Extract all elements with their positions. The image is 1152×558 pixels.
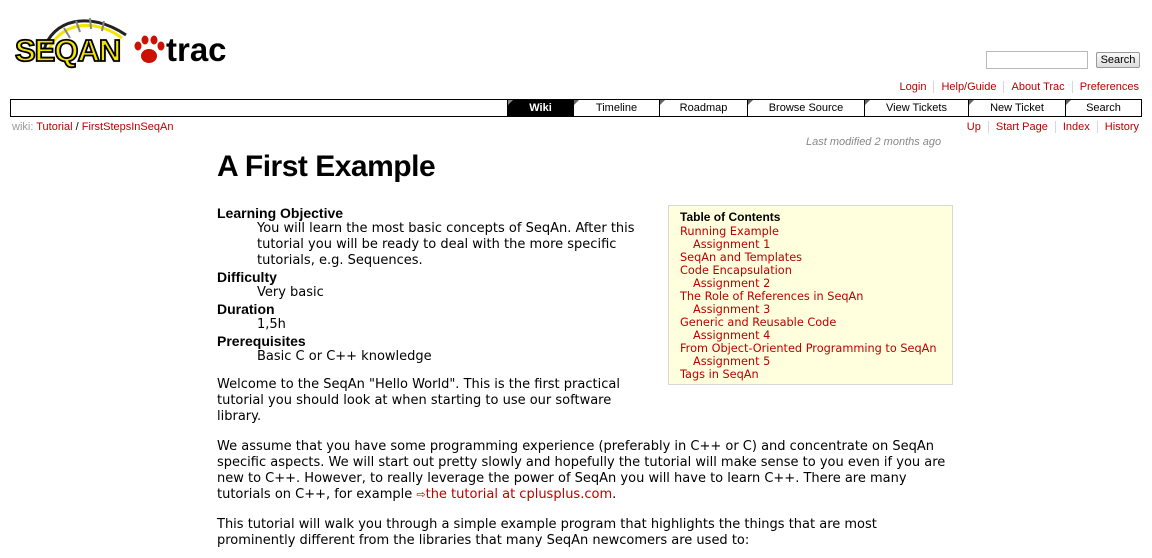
- def-desc: You will learn the most basic concepts o…: [257, 221, 635, 268]
- svg-text:SEQAN: SEQAN: [15, 33, 120, 68]
- breadcrumb-prefix: wiki:: [12, 121, 34, 133]
- preferences-link[interactable]: Preferences: [1071, 81, 1139, 93]
- nav-tab-label: Roadmap: [679, 102, 728, 114]
- table-of-contents: Table of Contents Running Example Assign…: [668, 205, 953, 385]
- nav-tab-roadmap[interactable]: Roadmap: [659, 100, 747, 116]
- page-title: A First Example: [217, 150, 436, 183]
- nav-tab-label: Search: [1086, 102, 1121, 114]
- toc-item[interactable]: SeqAn and Templates: [680, 251, 941, 264]
- toc-item[interactable]: Assignment 4: [680, 329, 941, 342]
- context-nav: Up Start Page Index History: [960, 121, 1139, 133]
- nav-tab-view-tickets[interactable]: View Tickets: [864, 100, 968, 116]
- toc-item[interactable]: Assignment 1: [680, 238, 941, 251]
- toc-item[interactable]: Assignment 3: [680, 303, 941, 316]
- assume-paragraph: We assume that you have some programming…: [217, 439, 957, 503]
- up-link[interactable]: Up: [960, 121, 988, 133]
- help-guide-link[interactable]: Help/Guide: [933, 81, 1003, 93]
- breadcrumb: wiki: Tutorial / FirstStepsInSeqAn: [12, 121, 173, 133]
- about-trac-link[interactable]: About Trac: [1003, 81, 1071, 93]
- nav-tab-new-ticket[interactable]: New Ticket: [968, 100, 1065, 116]
- nav-tab-label: Timeline: [595, 102, 638, 114]
- toc-item[interactable]: Tags in SeqAn: [680, 368, 941, 381]
- toc-item[interactable]: Code Encapsulation: [680, 264, 941, 277]
- nav-tab-label: View Tickets: [886, 102, 947, 114]
- login-link[interactable]: Login: [893, 81, 934, 93]
- start-page-link[interactable]: Start Page: [987, 121, 1055, 133]
- breadcrumb-separator: /: [75, 121, 79, 133]
- toc-item[interactable]: Assignment 2: [680, 277, 941, 290]
- last-modified-link[interactable]: 2 months ago: [875, 136, 942, 148]
- external-link-icon: ⇨: [416, 488, 426, 501]
- nav-tab-label: Browse Source: [768, 102, 844, 114]
- index-link[interactable]: Index: [1054, 121, 1097, 133]
- last-modified-label: Last modified: [806, 136, 872, 148]
- toc-item[interactable]: Running Example: [680, 225, 941, 238]
- history-link[interactable]: History: [1096, 121, 1139, 133]
- toc-title: Table of Contents: [680, 210, 781, 224]
- welcome-paragraph: Welcome to the SeqAn "Hello World". This…: [217, 377, 620, 424]
- toc-item[interactable]: The Role of References in SeqAn: [680, 290, 941, 303]
- nav-tab-browse-source[interactable]: Browse Source: [747, 100, 864, 116]
- svg-text:trac: trac: [166, 31, 227, 68]
- nav-tab-label: Wiki: [529, 102, 552, 114]
- main-nav-bar: Wiki Timeline Roadmap Browse Source View…: [10, 99, 1142, 117]
- meta-nav: Login Help/Guide About Trac Preferences: [893, 81, 1139, 93]
- cplusplus-tutorial-label: the tutorial at cplusplus.com: [425, 487, 613, 502]
- cplusplus-tutorial-link[interactable]: ⇨the tutorial at cplusplus.com: [416, 487, 612, 502]
- toc-item[interactable]: Generic and Reusable Code: [680, 316, 941, 329]
- last-modified: Last modified 2 months ago: [806, 136, 941, 148]
- nav-tab-wiki[interactable]: Wiki: [507, 100, 573, 116]
- def-desc: Very basic: [257, 285, 324, 300]
- breadcrumb-firststeps-link[interactable]: FirstStepsInSeqAn: [82, 121, 174, 133]
- seqan-trac-logo[interactable]: SEQAN trac: [14, 10, 229, 72]
- search-input[interactable]: [986, 51, 1088, 69]
- toc-item[interactable]: Assignment 5: [680, 355, 941, 368]
- walk-paragraph: This tutorial will walk you through a si…: [217, 517, 877, 548]
- search-button[interactable]: Search: [1096, 52, 1140, 68]
- def-desc: 1,5h: [257, 317, 286, 332]
- nav-tab-search[interactable]: Search: [1065, 100, 1141, 116]
- assume-end: .: [612, 487, 617, 502]
- breadcrumb-tutorial-link[interactable]: Tutorial: [36, 121, 72, 133]
- nav-tab-timeline[interactable]: Timeline: [573, 100, 659, 116]
- def-desc: Basic C or C++ knowledge: [257, 349, 432, 364]
- toc-item[interactable]: From Object-Oriented Programming to SeqA…: [680, 342, 941, 355]
- nav-tab-label: New Ticket: [990, 102, 1044, 114]
